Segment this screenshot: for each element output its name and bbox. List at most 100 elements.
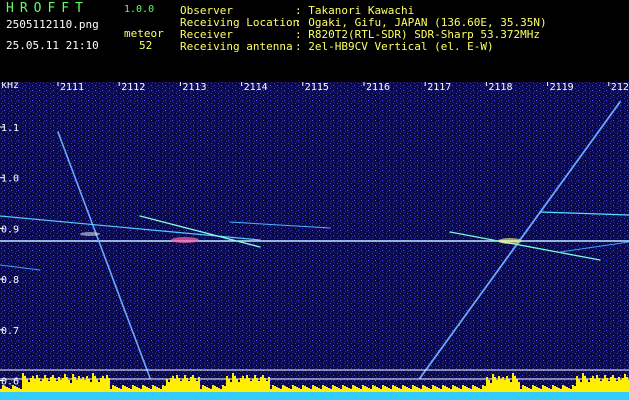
amplitude-bar	[328, 388, 330, 392]
amplitude-bar	[436, 387, 438, 392]
amplitude-bar	[496, 380, 498, 392]
amplitude-bar	[356, 387, 358, 392]
amplitude-bar	[4, 386, 6, 392]
amplitude-bar	[424, 386, 426, 392]
amplitude-bar	[568, 388, 570, 392]
amplitude-bar	[332, 385, 334, 392]
amplitude-bar	[340, 389, 342, 392]
amplitude-bar	[280, 389, 282, 392]
amplitude-bar	[128, 388, 130, 392]
amplitude-bar	[210, 389, 212, 392]
amplitude-bar	[222, 385, 224, 392]
amplitude-bar	[394, 386, 396, 392]
amplitude-bar	[134, 386, 136, 392]
amplitude-bar	[434, 386, 436, 392]
amplitude-bar	[262, 375, 264, 392]
amplitude-bar	[606, 378, 608, 392]
amplitude-bar	[296, 387, 298, 392]
y-tick-label: 0.9	[1, 224, 19, 235]
amplitude-bar	[254, 375, 256, 392]
amplitude-bar	[294, 386, 296, 392]
amplitude-bar	[494, 377, 496, 392]
amplitude-bar	[100, 378, 102, 392]
amplitude-bar	[258, 381, 260, 392]
amplitude-bar	[498, 376, 500, 392]
amplitude-bar	[604, 375, 606, 392]
amplitude-bar	[80, 379, 82, 392]
amplitude-bar	[96, 379, 98, 392]
amplitude-bar	[286, 387, 288, 392]
amplitude-bar	[158, 388, 160, 392]
amplitude-bar	[368, 388, 370, 392]
amplitude-bar	[74, 377, 76, 392]
amplitude-bar	[524, 386, 526, 392]
amplitude-bar	[290, 389, 292, 392]
amplitude-bar	[358, 388, 360, 392]
amplitude-bar	[218, 388, 220, 392]
amplitude-bar	[366, 387, 368, 392]
amplitude-bar	[112, 385, 114, 392]
amplitude-bar	[556, 387, 558, 392]
amplitude-bar	[196, 381, 198, 392]
amplitude-bar	[454, 386, 456, 392]
amplitude-bar	[36, 375, 38, 392]
amplitude-bar	[564, 386, 566, 392]
amplitude-bar	[44, 375, 46, 392]
amplitude-bar	[596, 375, 598, 392]
amplitude-bar	[426, 387, 428, 392]
amplitude-bar	[56, 381, 58, 392]
amplitude-bar	[474, 386, 476, 392]
amplitude-bar	[62, 378, 64, 392]
amplitude-bar	[472, 385, 474, 392]
amplitude-bar	[620, 380, 622, 392]
amplitude-bar	[144, 386, 146, 392]
amplitude-bar	[504, 380, 506, 392]
amplitude-bar	[34, 379, 36, 392]
amplitude-strip-base	[0, 392, 629, 400]
amplitude-bar	[572, 385, 574, 392]
amplitude-bar	[58, 377, 60, 392]
amplitude-bar	[156, 387, 158, 392]
antenna-value: : 2el-HB9CV Vertical (el. E-W)	[295, 40, 494, 53]
amplitude-bar	[370, 389, 372, 392]
amplitude-bar	[334, 386, 336, 392]
amplitude-bar	[124, 386, 126, 392]
amplitude-bar	[198, 377, 200, 392]
amplitude-bar	[22, 373, 24, 392]
amplitude-bar	[610, 377, 612, 392]
amplitude-bar	[508, 379, 510, 392]
amplitude-bar	[274, 386, 276, 392]
y-tick-label: 1.1	[1, 123, 19, 134]
amplitude-bar	[590, 378, 592, 392]
amplitude-bar	[612, 375, 614, 392]
amplitude-bar	[248, 378, 250, 392]
amplitude-bar	[276, 387, 278, 392]
amplitude-bar	[512, 373, 514, 392]
amplitude-bar	[582, 373, 584, 392]
amplitude-bar	[48, 381, 50, 392]
amplitude-bar	[88, 379, 90, 392]
amplitude-bar	[102, 376, 104, 392]
amplitude-bar	[266, 381, 268, 392]
amplitude-bar	[402, 385, 404, 392]
amplitude-bar	[228, 379, 230, 392]
amplitude-bar	[242, 376, 244, 392]
amplitude-bar	[184, 375, 186, 392]
amplitude-bar	[464, 386, 466, 392]
amplitude-bar	[520, 389, 522, 392]
echo-blob-3	[80, 232, 100, 236]
amplitude-bar	[346, 387, 348, 392]
amplitude-bar	[230, 382, 232, 392]
amplitude-bar	[330, 389, 332, 392]
amplitude-bar	[544, 386, 546, 392]
amplitude-bar	[172, 376, 174, 392]
amplitude-bar	[66, 377, 68, 392]
amplitude-bar	[260, 377, 262, 392]
app-version: 1.0.0	[124, 4, 155, 15]
amplitude-bar	[98, 382, 100, 392]
amplitude-bar	[566, 387, 568, 392]
amplitude-bar	[438, 388, 440, 392]
amplitude-bar	[342, 385, 344, 392]
amplitude-bar	[110, 389, 112, 392]
amplitude-bar	[326, 387, 328, 392]
